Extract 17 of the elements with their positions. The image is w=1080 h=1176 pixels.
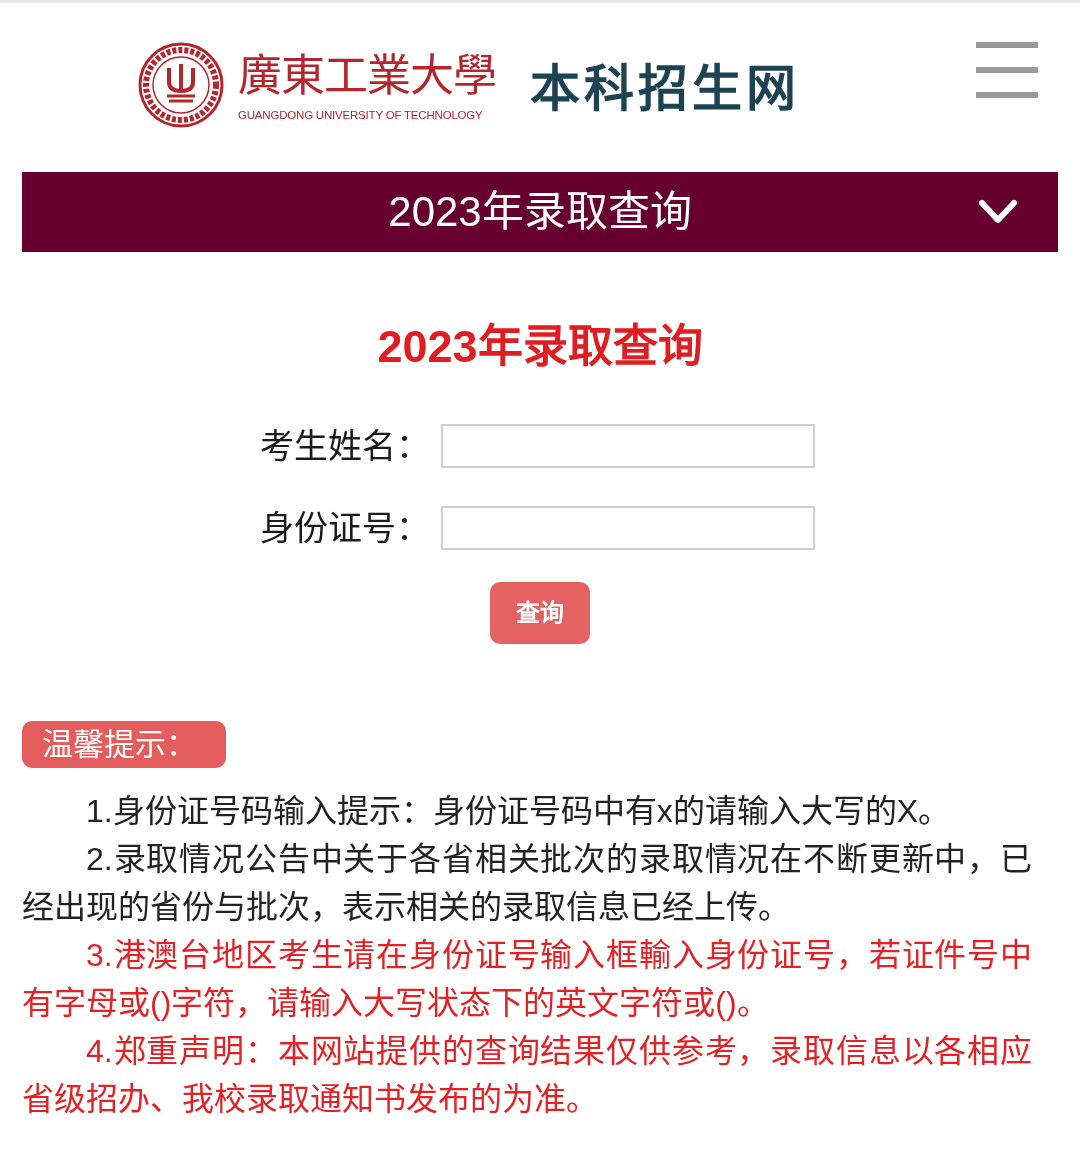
tip-paragraph: 3.港澳台地区考生请在身份证号输入框輸入身份证号，若证件号中有字母或()字符，请输入大写状态下的英文字符或()。 [22, 936, 1032, 1023]
tips-heading: 温馨提示： [22, 721, 226, 768]
page-title: 2023年录取查询 [377, 320, 703, 374]
tip-paragraph: 4.郑重声明：本网站提供的查询结果仅供参考，录取信息以各相应省级招办、我校录取通知书发布的为准。 [22, 1032, 1032, 1119]
tip-paragraph: 2.录取情况公告中关于各省相关批次的录取情况在不断更新中，已经出现的省份与批次，表示相关的录取信息已经上传。 [22, 840, 1032, 927]
tip-paragraph: 1.身份证号码输入提示：身份证号码中有x的请输入大写的X。 [85, 792, 952, 831]
university-english-name: GUANGDONG UNIVERSITY OF TECHNOLOGY [238, 109, 484, 121]
input-field[interactable] [441, 424, 815, 468]
menu-icon[interactable] [976, 42, 1038, 98]
field-label: 考生姓名： [260, 426, 431, 467]
field-label: 身份证号： [260, 508, 431, 549]
input-field[interactable] [441, 506, 815, 550]
section-dropdown[interactable]: 2023年录取查询 [22, 172, 1058, 252]
chevron-down-icon [978, 199, 1018, 225]
site-title: 本科招生网 [530, 60, 800, 119]
university-emblem-icon [138, 42, 224, 128]
university-name: 廣東工業大學 [238, 50, 496, 102]
